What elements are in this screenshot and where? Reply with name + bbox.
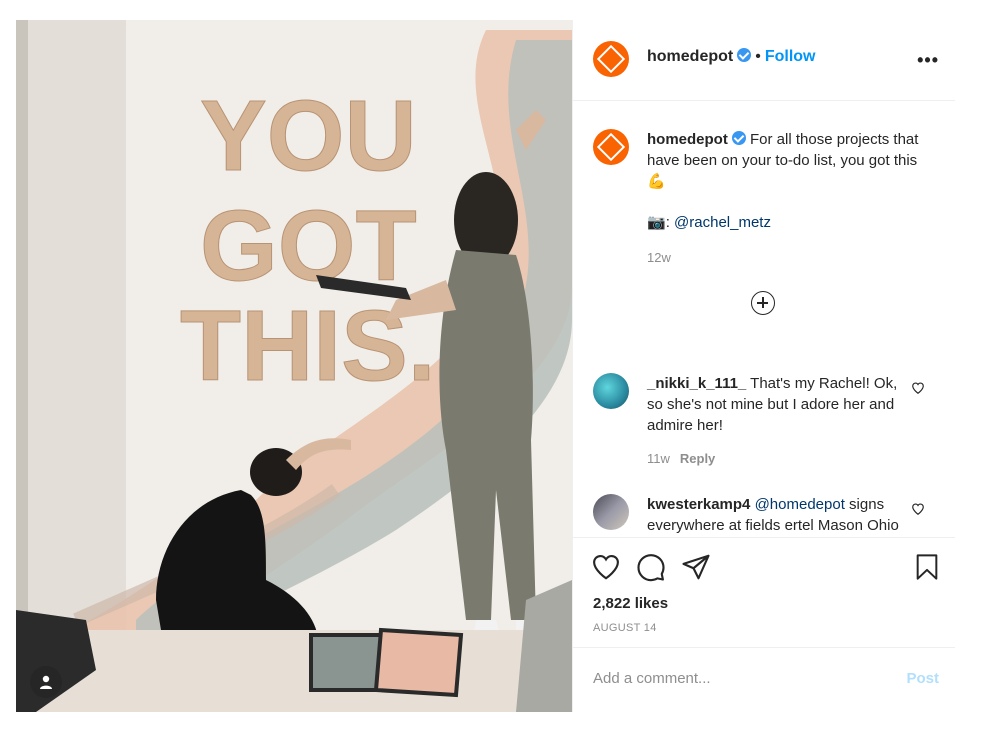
comment-bubble-icon[interactable]	[636, 552, 666, 582]
comment-timestamp[interactable]: 11w	[647, 451, 670, 466]
credit-mention-link[interactable]: @rachel_metz	[674, 214, 771, 231]
comments-list[interactable]: homedepot For all those projects that ha…	[573, 101, 955, 537]
post-actions: 2,822 likes AUGUST 14	[573, 537, 955, 648]
caption-timestamp[interactable]: 12w	[647, 247, 937, 268]
comment-meta: 11w Reply	[647, 448, 909, 469]
header-user-line: homedepot • Follow	[647, 48, 815, 66]
load-more-comments-icon[interactable]	[751, 291, 775, 315]
save-bookmark-icon[interactable]	[913, 552, 941, 582]
sign-line-1: YOU	[200, 80, 417, 192]
flexed-biceps-emoji-icon: 💪	[647, 173, 666, 190]
tagged-user-icon[interactable]	[30, 666, 62, 698]
post-sidebar: homedepot • Follow ••• homedepot For all t…	[572, 20, 955, 712]
share-paper-plane-icon[interactable]	[681, 552, 711, 582]
like-comment-heart-icon[interactable]	[911, 381, 925, 395]
comment-body: _nikki_k_111_ That's my Rachel! Ok, so s…	[647, 373, 909, 469]
avatar[interactable]	[593, 41, 629, 77]
like-comment-heart-icon[interactable]	[911, 502, 925, 516]
post-image: YOU GOT THIS.	[16, 20, 572, 712]
post-card: YOU GOT THIS. homedepot • Follow ••• hom…	[16, 20, 955, 712]
verified-badge-icon	[737, 48, 752, 62]
post-photo[interactable]: YOU GOT THIS.	[16, 20, 572, 712]
photo-credit: 📷: @rachel_metz	[647, 212, 937, 233]
caption: homedepot For all those projects that ha…	[647, 129, 937, 268]
follow-button[interactable]: Follow	[765, 48, 816, 65]
more-options-button[interactable]: •••	[917, 50, 939, 71]
homedepot-logo-icon	[596, 132, 626, 162]
comment-username[interactable]: _nikki_k_111_	[647, 375, 746, 392]
post-header: homedepot • Follow •••	[573, 20, 955, 101]
credit-separator: :	[665, 214, 675, 231]
likes-count[interactable]: 2,822 likes	[593, 595, 668, 612]
post-date[interactable]: AUGUST 14	[593, 622, 657, 634]
homedepot-logo-icon	[596, 44, 626, 74]
caption-username[interactable]: homedepot	[647, 131, 728, 148]
comment-mention-link[interactable]: @homedepot	[755, 496, 845, 513]
post-comment-button[interactable]: Post	[906, 670, 939, 687]
comment-input[interactable]	[593, 670, 883, 687]
verified-badge-icon	[731, 131, 746, 145]
header-separator: •	[755, 48, 761, 65]
reply-button[interactable]: Reply	[680, 451, 715, 466]
add-comment-bar: Post	[573, 647, 955, 713]
camera-emoji-icon: 📷	[647, 214, 666, 231]
commenter-avatar[interactable]	[593, 373, 629, 409]
caption-avatar[interactable]	[593, 129, 629, 165]
like-heart-icon[interactable]	[591, 552, 621, 582]
comment-username[interactable]: kwesterkamp4	[647, 496, 750, 513]
commenter-avatar[interactable]	[593, 494, 629, 530]
comment-body: kwesterkamp4 @homedepot signs everywhere…	[647, 494, 909, 537]
header-username[interactable]: homedepot	[647, 48, 733, 65]
